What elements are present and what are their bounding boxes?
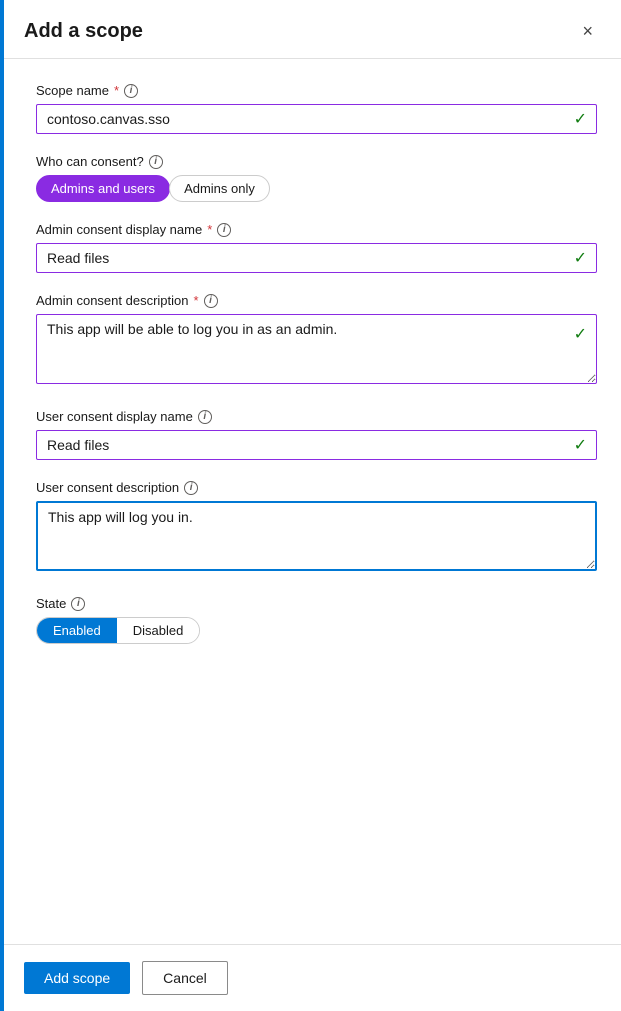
state-disabled-toggle[interactable]: Disabled — [117, 618, 200, 643]
admin-consent-description-required: * — [193, 293, 198, 308]
state-group: State i Enabled Disabled — [36, 596, 597, 644]
state-info-icon[interactable]: i — [71, 597, 85, 611]
user-consent-display-name-label: User consent display name i — [36, 409, 597, 424]
scope-name-label: Scope name * i — [36, 83, 597, 98]
user-consent-description-group: User consent description i This app will… — [36, 480, 597, 576]
admin-consent-description-textarea[interactable]: This app will be able to log you in as a… — [36, 314, 597, 384]
user-consent-description-info-icon[interactable]: i — [184, 481, 198, 495]
admins-users-toggle[interactable]: Admins and users — [36, 175, 170, 202]
admin-consent-display-name-required: * — [207, 222, 212, 237]
user-consent-display-name-info-icon[interactable]: i — [198, 410, 212, 424]
close-button[interactable]: × — [578, 18, 597, 44]
user-consent-description-textarea[interactable]: This app will log you in. — [36, 501, 597, 571]
user-consent-display-name-input-wrapper: ✓ — [36, 430, 597, 460]
admin-consent-display-name-input[interactable] — [36, 243, 597, 273]
scope-name-input[interactable] — [36, 104, 597, 134]
admin-consent-description-textarea-wrapper: This app will be able to log you in as a… — [36, 314, 597, 389]
admin-consent-display-name-input-wrapper: ✓ — [36, 243, 597, 273]
scope-name-group: Scope name * i ✓ — [36, 83, 597, 134]
who-can-consent-label: Who can consent? i — [36, 154, 597, 169]
dialog-header: Add a scope × — [0, 0, 621, 59]
scope-name-required: * — [114, 83, 119, 98]
dialog-body: Scope name * i ✓ Who can consent? i Admi… — [0, 59, 621, 944]
dialog-footer: Add scope Cancel — [0, 944, 621, 1011]
admin-consent-display-name-check-icon: ✓ — [574, 248, 587, 268]
admin-consent-description-label: Admin consent description * i — [36, 293, 597, 308]
admin-consent-description-check-icon: ✓ — [574, 324, 587, 344]
cancel-button[interactable]: Cancel — [142, 961, 228, 995]
who-can-consent-group: Who can consent? i Admins and users Admi… — [36, 154, 597, 202]
who-can-consent-info-icon[interactable]: i — [149, 155, 163, 169]
admin-consent-display-name-group: Admin consent display name * i ✓ — [36, 222, 597, 273]
add-scope-dialog: Add a scope × Scope name * i ✓ Who can c… — [0, 0, 621, 1011]
state-enabled-toggle[interactable]: Enabled — [37, 618, 117, 643]
scope-name-check-icon: ✓ — [574, 109, 587, 129]
who-can-consent-toggle-group: Admins and users Admins only — [36, 175, 597, 202]
dialog-title: Add a scope — [24, 20, 143, 43]
state-label: State i — [36, 596, 597, 611]
add-scope-button[interactable]: Add scope — [24, 962, 130, 994]
admins-only-toggle[interactable]: Admins only — [169, 175, 270, 202]
state-toggle-group: Enabled Disabled — [36, 617, 200, 644]
user-consent-description-textarea-wrapper: This app will log you in. — [36, 501, 597, 576]
user-consent-display-name-group: User consent display name i ✓ — [36, 409, 597, 460]
admin-consent-description-group: Admin consent description * i This app w… — [36, 293, 597, 389]
admin-consent-display-name-info-icon[interactable]: i — [217, 223, 231, 237]
user-consent-description-label: User consent description i — [36, 480, 597, 495]
left-accent — [0, 0, 4, 1011]
admin-consent-display-name-label: Admin consent display name * i — [36, 222, 597, 237]
scope-name-info-icon[interactable]: i — [124, 84, 138, 98]
user-consent-display-name-input[interactable] — [36, 430, 597, 460]
scope-name-input-wrapper: ✓ — [36, 104, 597, 134]
user-consent-display-name-check-icon: ✓ — [574, 435, 587, 455]
admin-consent-description-info-icon[interactable]: i — [204, 294, 218, 308]
